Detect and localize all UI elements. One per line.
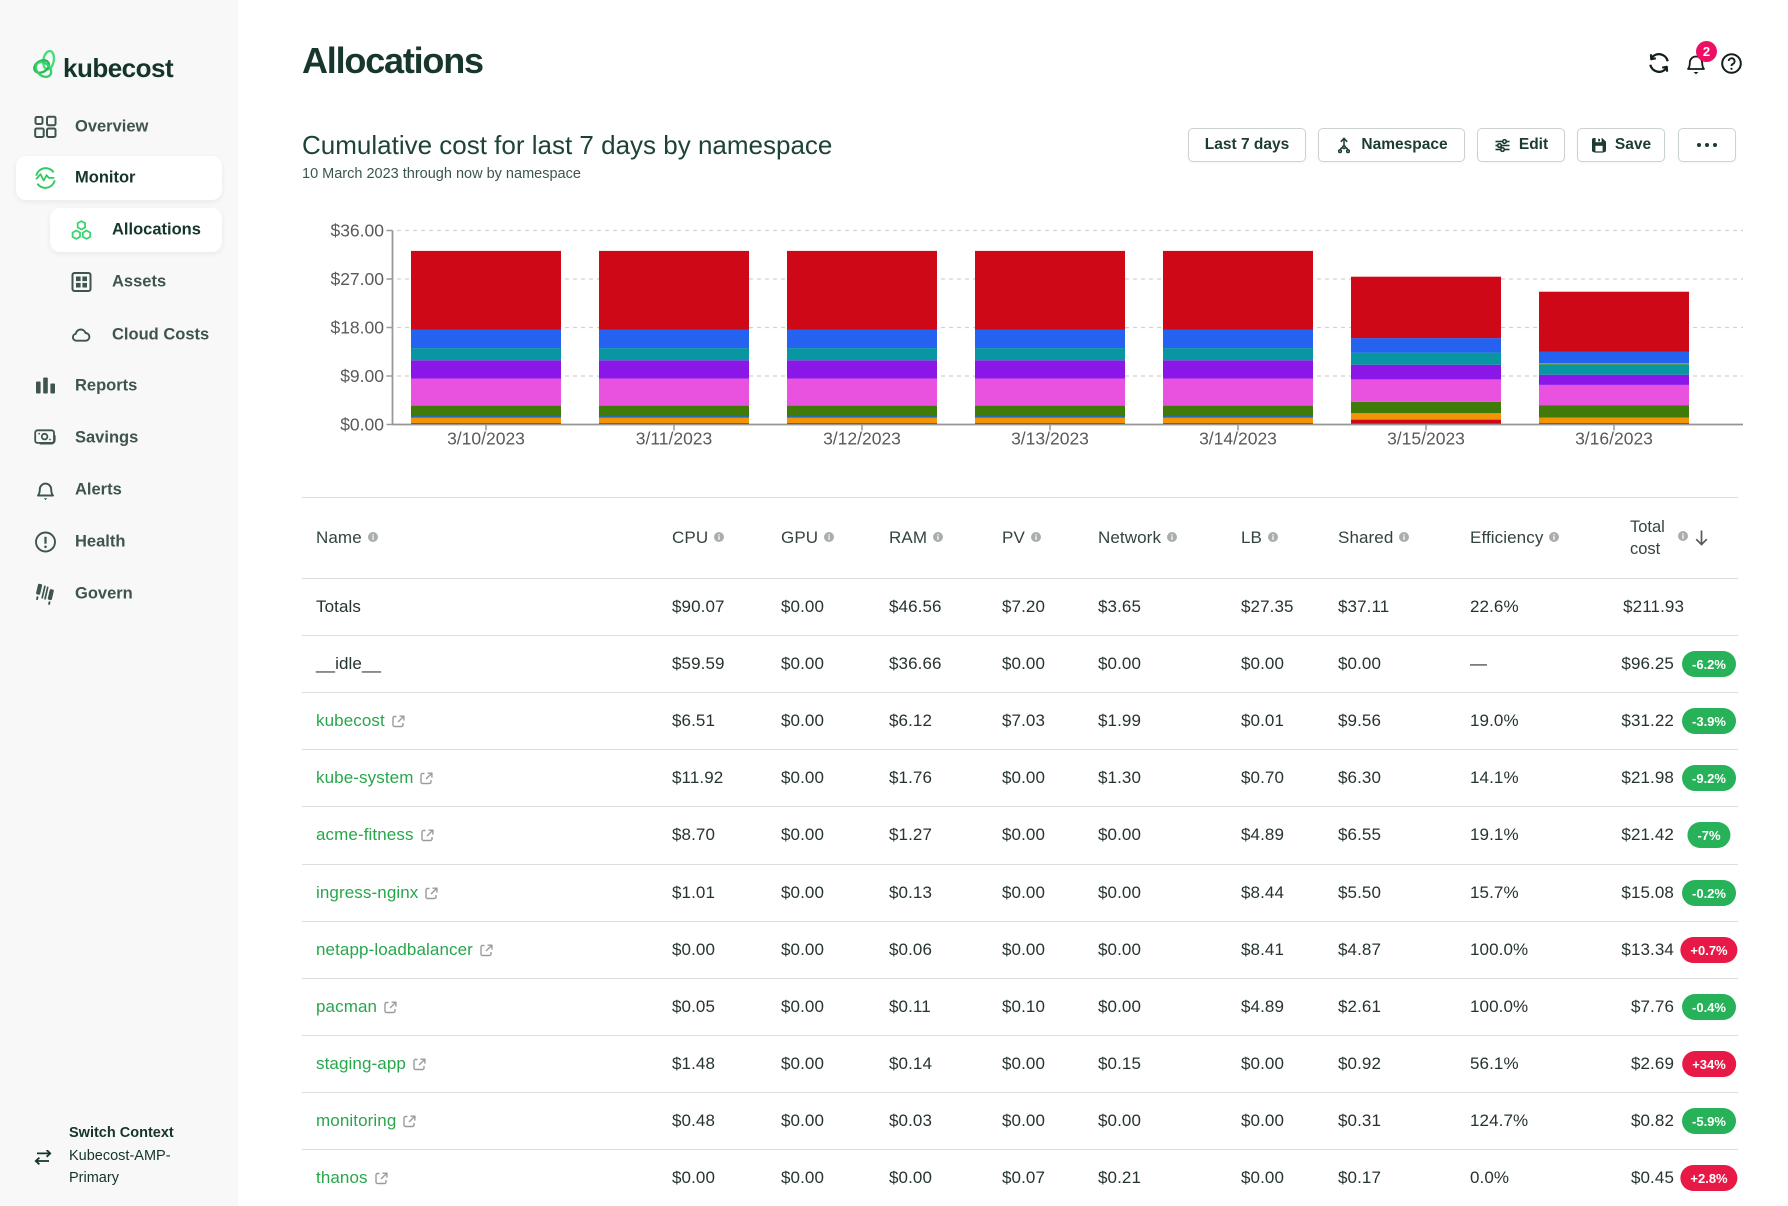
svg-text:$36.00: $36.00 [330,221,384,241]
svg-text:3/12/2023: 3/12/2023 [823,429,901,449]
svg-text:$9.00: $9.00 [340,366,384,386]
svg-text:$18.00: $18.00 [330,318,384,338]
svg-text:3/11/2023: 3/11/2023 [636,429,713,449]
svg-text:$27.00: $27.00 [330,269,384,289]
svg-text:3/10/2023: 3/10/2023 [447,429,525,449]
svg-text:3/15/2023: 3/15/2023 [1387,429,1465,449]
svg-text:$0.00: $0.00 [340,415,384,435]
svg-text:3/13/2023: 3/13/2023 [1011,429,1089,449]
svg-text:3/16/2023: 3/16/2023 [1575,429,1653,449]
svg-text:3/14/2023: 3/14/2023 [1199,429,1277,449]
